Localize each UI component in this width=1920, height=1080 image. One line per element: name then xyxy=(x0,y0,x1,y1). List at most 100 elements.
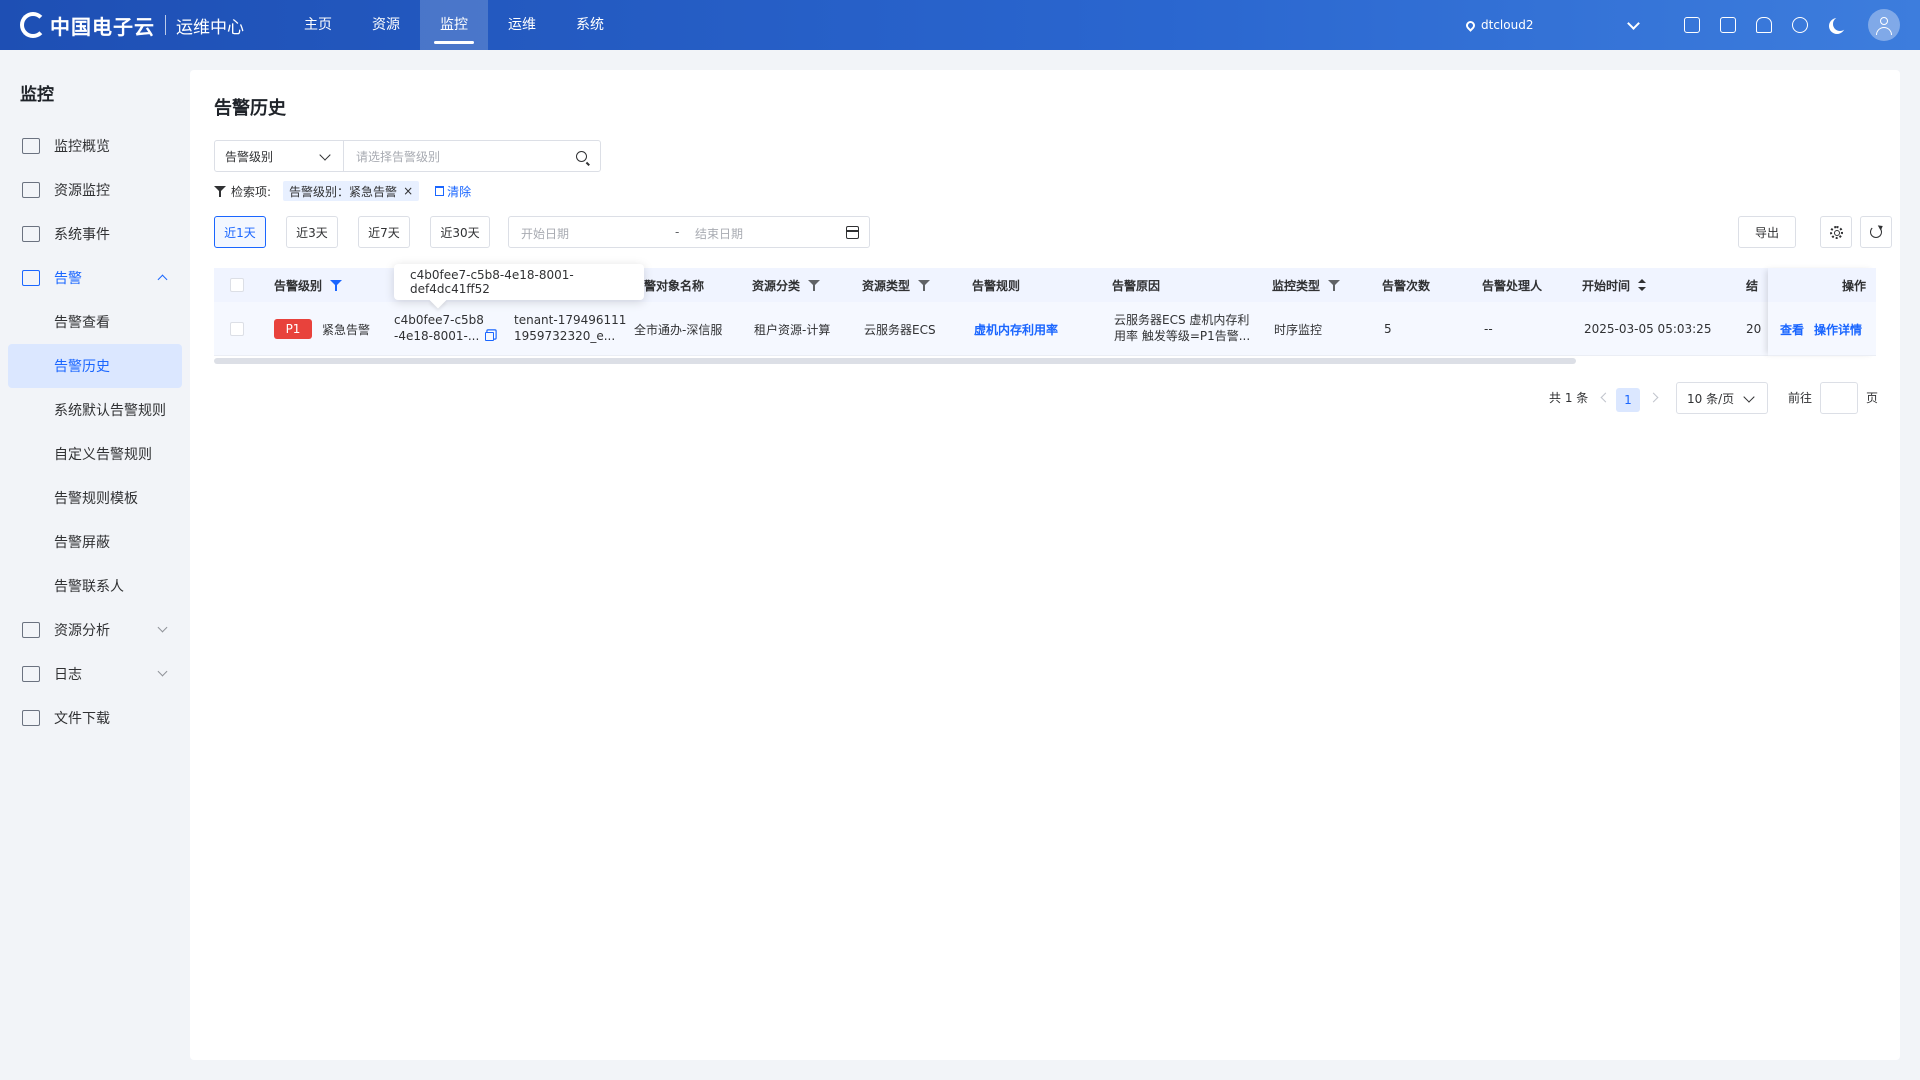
clear-criteria-link[interactable]: 清除 xyxy=(435,183,471,200)
sidebar-item-label: 监控概览 xyxy=(54,139,110,155)
product-name: 运维中心 xyxy=(176,17,244,38)
alarm-rule-link[interactable]: 虚机内存利用率 xyxy=(974,321,1058,338)
cell-monitor-type: 时序监控 xyxy=(1274,322,1323,337)
document-icon[interactable] xyxy=(1720,17,1736,33)
bell-icon[interactable] xyxy=(1756,17,1772,33)
nav-resources[interactable]: 资源 xyxy=(352,0,420,50)
date-separator: - xyxy=(675,225,680,239)
chevron-left-icon xyxy=(1600,392,1611,402)
sidebar-item-overview[interactable]: 监控概览 xyxy=(8,124,182,168)
cell-tenant: tenant-179496111 1959732320_e... xyxy=(514,302,626,356)
search-criteria-bar: 检索项: 告警级别：紧急告警 × 清除 xyxy=(214,180,471,202)
brand-logo[interactable]: 中国电子云 运维中心 xyxy=(0,0,244,50)
sidebar-sub-custom-rules[interactable]: 自定义告警规则 xyxy=(8,432,182,476)
top-icons xyxy=(1684,0,1864,50)
page-number-current[interactable]: 1 xyxy=(1616,388,1640,412)
sidebar-item-label: 告警 xyxy=(54,271,82,287)
filter-field-select[interactable]: 告警级别 xyxy=(214,140,344,172)
sort-icon[interactable] xyxy=(1638,279,1647,291)
gear-icon xyxy=(1829,225,1843,239)
sidebar-sub-alarm-mask[interactable]: 告警屏蔽 xyxy=(8,520,182,564)
cell-alarm-level: P1 紧急告警 xyxy=(274,302,370,356)
nav-operations[interactable]: 运维 xyxy=(488,0,556,50)
filter-icon xyxy=(214,185,226,197)
header-label: 结 xyxy=(1746,278,1759,293)
filter-field-value: 告警级别 xyxy=(225,149,274,164)
criteria-chip-text: 告警级别：紧急告警 xyxy=(289,184,398,199)
filter-value-input[interactable]: 请选择告警级别 xyxy=(343,140,601,172)
sidebar-sub-alarm-view[interactable]: 告警查看 xyxy=(8,300,182,344)
cell-alarm-count: 5 xyxy=(1384,322,1392,336)
nav-monitoring[interactable]: 监控 xyxy=(420,0,488,50)
header-label: 告警次数 xyxy=(1382,278,1431,293)
export-button[interactable]: 导出 xyxy=(1738,216,1796,248)
reason-line-1: 云服务器ECS 虚机内存利 xyxy=(1114,313,1250,327)
sidebar-item-resource-analysis[interactable]: 资源分析 xyxy=(8,608,182,652)
pagination-next[interactable] xyxy=(1648,382,1659,412)
cell-alarm-rule: 虚机内存利用率 xyxy=(974,302,1058,356)
filter-icon[interactable] xyxy=(1328,279,1341,291)
sidebar-sub-alarm-contacts[interactable]: 告警联系人 xyxy=(8,564,182,608)
date-range-picker[interactable]: 开始日期 - 结束日期 xyxy=(508,216,870,248)
user-avatar-icon[interactable] xyxy=(1868,9,1900,41)
range-7-days-button[interactable]: 近7天 xyxy=(358,216,410,248)
range-1-day-button[interactable]: 近1天 xyxy=(214,216,266,248)
filter-icon[interactable] xyxy=(330,279,343,291)
nav-system[interactable]: 系统 xyxy=(556,0,624,50)
goto-label: 前往 xyxy=(1788,390,1813,405)
page-jump-input[interactable] xyxy=(1820,382,1858,414)
pagination-prev[interactable] xyxy=(1600,382,1611,412)
sidebar-item-resource-monitor[interactable]: 资源监控 xyxy=(8,168,182,212)
nav-home[interactable]: 主页 xyxy=(284,0,352,50)
row-checkbox[interactable] xyxy=(230,322,244,336)
filter-icon[interactable] xyxy=(808,279,821,291)
avatar-head xyxy=(1880,17,1888,25)
sidebar-item-file-download[interactable]: 文件下载 xyxy=(8,696,182,740)
select-all-checkbox[interactable] xyxy=(230,278,244,292)
alarm-icon xyxy=(22,270,40,286)
header-alarm-rule: 告警规则 xyxy=(972,268,1020,302)
end-date-placeholder: 结束日期 xyxy=(695,227,744,241)
cell-start-time: 2025-03-05 05:03:25 xyxy=(1584,322,1712,336)
sidebar-sub-rule-templates[interactable]: 告警规则模板 xyxy=(8,476,182,520)
cell-alarm-handler: -- xyxy=(1484,322,1493,336)
range-30-days-button[interactable]: 近30天 xyxy=(430,216,490,248)
help-icon[interactable] xyxy=(1792,17,1808,33)
avatar-body xyxy=(1876,27,1892,35)
sidebar-sub-alarm-history[interactable]: 告警历史 xyxy=(8,344,182,388)
screen-icon[interactable] xyxy=(1684,17,1700,33)
horizontal-scrollbar[interactable] xyxy=(214,358,1576,364)
calendar-icon xyxy=(22,226,40,242)
moon-icon[interactable] xyxy=(1828,17,1844,33)
sidebar-sub-default-rules[interactable]: 系统默认告警规则 xyxy=(8,388,182,432)
sidebar-item-alarm[interactable]: 告警 xyxy=(8,256,182,300)
header-label: 告警规则 xyxy=(972,278,1021,293)
range-3-days-button[interactable]: 近3天 xyxy=(286,216,338,248)
page-size-select[interactable]: 10 条/页 xyxy=(1676,382,1768,414)
header-monitor-type: 监控类型 xyxy=(1272,268,1341,302)
header-start-time[interactable]: 开始时间 xyxy=(1582,268,1647,302)
chevron-down-icon xyxy=(1743,391,1755,403)
select-all-cell xyxy=(230,268,244,302)
filter-icon[interactable] xyxy=(918,279,931,291)
sidebar-item-logs[interactable]: 日志 xyxy=(8,652,182,696)
sidebar-item-label: 资源监控 xyxy=(54,183,110,199)
page-unit-label: 页 xyxy=(1866,390,1879,405)
header-resource-type: 资源类型 xyxy=(862,268,931,302)
top-nav: 主页 资源 监控 运维 系统 xyxy=(284,0,624,50)
search-icon[interactable] xyxy=(576,151,587,162)
sidebar-item-system-events[interactable]: 系统事件 xyxy=(8,212,182,256)
main-content-card: 告警历史 告警级别 请选择告警级别 检索项: 告警级别：紧急告警 × 清除 近1… xyxy=(190,70,1900,1060)
sidebar-item-label: 资源分析 xyxy=(54,623,110,639)
clear-label: 清除 xyxy=(447,184,472,199)
settings-button[interactable] xyxy=(1820,216,1852,248)
severity-badge: P1 xyxy=(274,319,312,339)
cell-alarm-reason: 云服务器ECS 虚机内存利 用率 触发等级=P1告警... xyxy=(1114,302,1250,356)
copy-icon[interactable] xyxy=(485,332,495,341)
close-icon[interactable]: × xyxy=(403,184,413,198)
analysis-icon xyxy=(22,622,40,638)
header-alarm-level: 告警级别 xyxy=(274,268,343,302)
tenant-selector[interactable]: dtcloud2 xyxy=(1456,8,1650,42)
refresh-button[interactable] xyxy=(1860,216,1892,248)
pagination-pages: 1 xyxy=(1616,385,1640,415)
